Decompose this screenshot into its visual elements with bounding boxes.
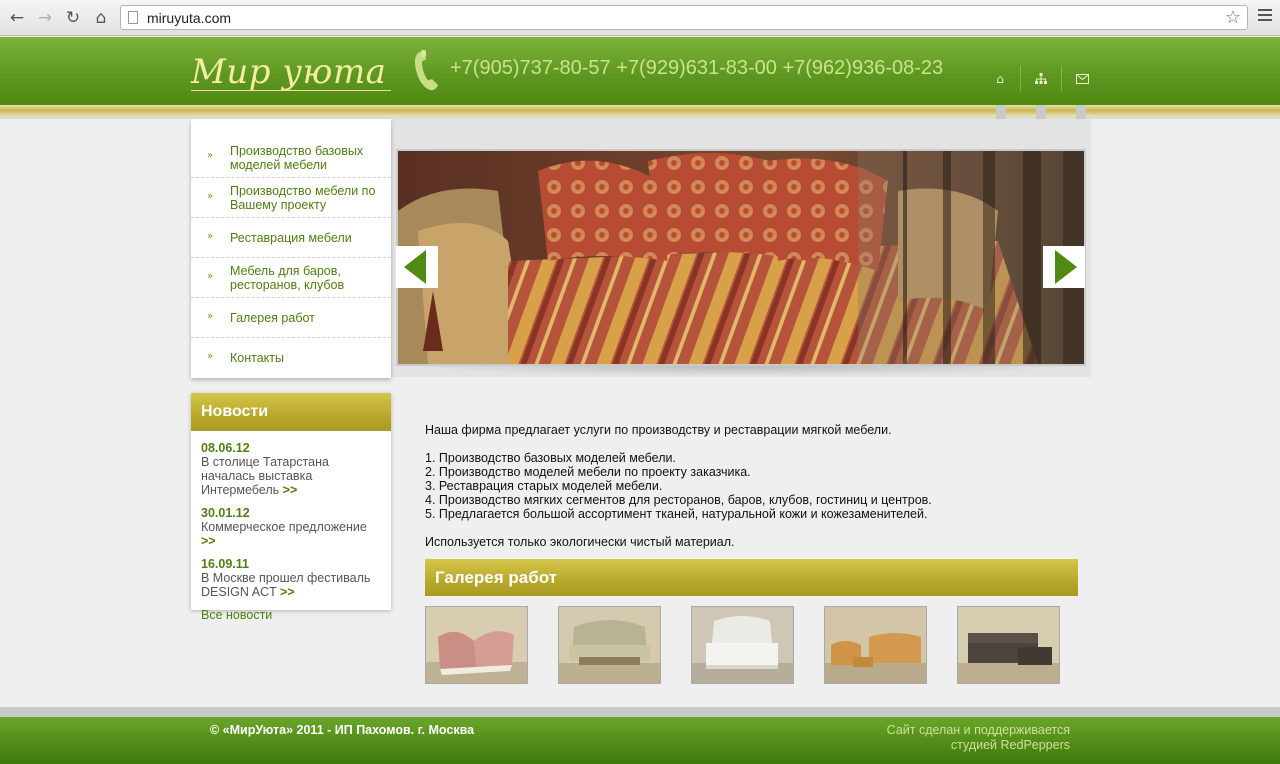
slider-shadow: [396, 366, 1086, 376]
sitemap-icon[interactable]: [1021, 66, 1061, 92]
services-list-item: 2. Производство моделей мебели по проект…: [425, 465, 751, 479]
menu-item-bars-restaurants[interactable]: » Мебель для баров, ресторанов, клубов: [191, 258, 391, 298]
services-list-item: 4. Производство мягких сегментов для рес…: [425, 493, 932, 507]
news-item[interactable]: 16.09.11 В Москве прошел фестиваль DESIG…: [201, 557, 381, 599]
gallery-thumb[interactable]: [824, 606, 927, 684]
bookmark-star-icon[interactable]: ☆: [1225, 7, 1241, 28]
credit-studio-link[interactable]: студией RedPeppers: [870, 738, 1070, 753]
chevron-right-icon: »: [207, 310, 214, 322]
menu-item-label[interactable]: Производство мебели по Вашему проекту: [230, 184, 391, 212]
credit-line: Сайт сделан и поддерживается: [886, 723, 1070, 737]
footer-divider: [0, 707, 1280, 717]
home-icon[interactable]: ⌂: [91, 8, 111, 28]
menu-item-base-models[interactable]: » Производство базовых моделей мебели: [191, 119, 391, 178]
news-text: Коммерческое предложение: [201, 520, 367, 534]
browser-toolbar: ← → ↻ ⌂ miruyuta.com ☆: [0, 0, 1280, 36]
forward-arrow-icon[interactable]: →: [35, 8, 55, 28]
news-date: 30.01.12: [201, 506, 250, 520]
gallery-title: Галерея работ: [425, 559, 1078, 596]
gallery-thumb[interactable]: [425, 606, 528, 684]
menu-item-label[interactable]: Галерея работ: [230, 311, 315, 325]
decor-tick: [1036, 105, 1046, 119]
menu-item-label[interactable]: Контакты: [230, 351, 284, 365]
mail-icon[interactable]: [1062, 66, 1102, 92]
gallery-thumb[interactable]: [691, 606, 794, 684]
copyright-text: © «МирУюта» 2011 - ИП Пахомов. г. Москва: [210, 723, 475, 737]
header-gold-stripe: [0, 105, 1280, 119]
url-text[interactable]: miruyuta.com: [147, 10, 231, 26]
news-more-link[interactable]: >>: [283, 483, 298, 497]
sofa-slide-image: [398, 151, 1084, 364]
menu-item-label[interactable]: Реставрация мебели: [230, 231, 352, 245]
news-widget: Новости 08.06.12 В столице Татарстана на…: [191, 393, 391, 622]
image-slider[interactable]: [396, 149, 1086, 366]
news-item[interactable]: 30.01.12 Коммерческое предложение >>: [201, 506, 381, 548]
chevron-right-icon: »: [207, 150, 214, 161]
gallery-thumb[interactable]: [558, 606, 661, 684]
news-more-link[interactable]: >>: [201, 534, 216, 548]
menu-item-contacts[interactable]: » Контакты: [191, 338, 391, 378]
intro-text: Наша фирма предлагает услуги по производ…: [425, 423, 892, 437]
decor-tick: [1076, 105, 1086, 119]
side-menu: » Производство базовых моделей мебели » …: [191, 119, 391, 378]
browser-menu-icon[interactable]: [1258, 9, 1272, 24]
address-bar[interactable]: miruyuta.com ☆: [120, 5, 1248, 30]
menu-item-custom-project[interactable]: » Производство мебели по Вашему проекту: [191, 178, 391, 218]
news-item[interactable]: 08.06.12 В столице Татарстана началась в…: [201, 441, 381, 497]
site-logo[interactable]: Мир уюта: [191, 52, 386, 92]
menu-item-label[interactable]: Мебель для баров, ресторанов, клубов: [230, 264, 391, 292]
menu-item-gallery[interactable]: » Галерея работ: [191, 298, 391, 338]
menu-item-label[interactable]: Производство базовых моделей мебели: [230, 144, 391, 172]
home-icon[interactable]: ⌂: [980, 66, 1020, 92]
logo-underline: [191, 90, 391, 91]
all-news-link[interactable]: Все новости: [201, 608, 381, 622]
news-title: Новости: [191, 393, 391, 431]
news-date: 08.06.12: [201, 441, 250, 455]
slider-prev-arrow-icon[interactable]: [396, 246, 438, 288]
chevron-right-icon: »: [207, 351, 214, 362]
phone-numbers: +7(905)737-80-57 +7(929)631-83-00 +7(962…: [450, 57, 944, 79]
main-content: Наша фирма предлагает услуги по производ…: [425, 423, 1078, 563]
services-list-item: 1. Производство базовых моделей мебели.: [425, 451, 676, 465]
chevron-right-icon: »: [207, 230, 214, 242]
outro-text: Используется только экологически чистый …: [425, 535, 735, 549]
decor-tick: [996, 105, 1006, 119]
site-footer: [0, 717, 1280, 764]
news-date: 16.09.11: [201, 557, 249, 571]
header-quick-icons: ⌂: [980, 66, 1102, 92]
back-arrow-icon[interactable]: ←: [7, 8, 27, 28]
chevron-right-icon: »: [207, 190, 214, 202]
gallery-thumb[interactable]: [957, 606, 1060, 684]
news-text: В столице Татарстана началась выставка И…: [201, 455, 329, 497]
menu-item-restoration[interactable]: » Реставрация мебели: [191, 218, 391, 258]
services-list: 1. Производство базовых моделей мебели. …: [425, 451, 1078, 521]
reload-icon[interactable]: ↻: [63, 8, 83, 28]
studio-credit[interactable]: Сайт сделан и поддерживается студией Red…: [870, 723, 1070, 753]
services-list-item: 5. Предлагается большой ассортимент ткан…: [425, 507, 928, 521]
slider-next-arrow-icon[interactable]: [1043, 246, 1085, 288]
news-more-link[interactable]: >>: [280, 585, 295, 599]
page-icon: [128, 11, 138, 24]
services-list-item: 3. Реставрация старых моделей мебели.: [425, 479, 663, 493]
chevron-right-icon: »: [207, 270, 214, 282]
phone-icon: [415, 50, 438, 91]
